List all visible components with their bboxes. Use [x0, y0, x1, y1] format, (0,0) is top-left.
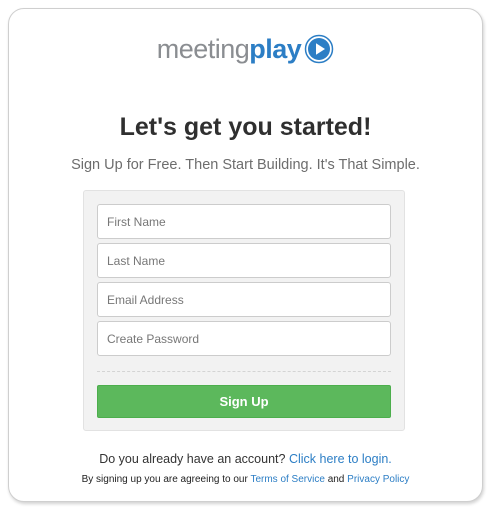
password-input[interactable] — [97, 321, 391, 356]
first-name-input[interactable] — [97, 204, 391, 239]
meetingplay-logo: meetingplay — [9, 27, 482, 71]
terms-of-service-link[interactable]: Terms of Service — [250, 474, 324, 485]
login-prompt: Do you already have an account? Click he… — [9, 452, 482, 466]
logo-word-meeting: meeting — [156, 33, 250, 64]
login-prompt-text: Do you already have an account? — [99, 452, 286, 466]
page-subtitle: Sign Up for Free. Then Start Building. I… — [71, 157, 420, 173]
privacy-policy-link[interactable]: Privacy Policy — [347, 474, 409, 485]
terms-conjunction: and — [327, 474, 345, 485]
last-name-input[interactable] — [97, 243, 391, 278]
logo-word-play: play — [249, 33, 302, 64]
signup-form: Sign Up — [83, 190, 405, 431]
email-input[interactable] — [97, 282, 391, 317]
signup-card: meetingplay Let's get you started! Sign … — [8, 8, 483, 502]
terms-prefix: By signing up you are agreeing to our — [81, 474, 248, 485]
play-circle-icon — [304, 34, 334, 64]
sign-up-button[interactable]: Sign Up — [97, 385, 391, 418]
terms-notice: By signing up you are agreeing to our Te… — [9, 474, 482, 485]
page-title: Let's get you started! — [119, 113, 372, 141]
login-link[interactable]: Click here to login. — [289, 452, 392, 466]
logo-wordmark: meetingplay — [157, 34, 302, 65]
form-divider — [97, 371, 391, 372]
